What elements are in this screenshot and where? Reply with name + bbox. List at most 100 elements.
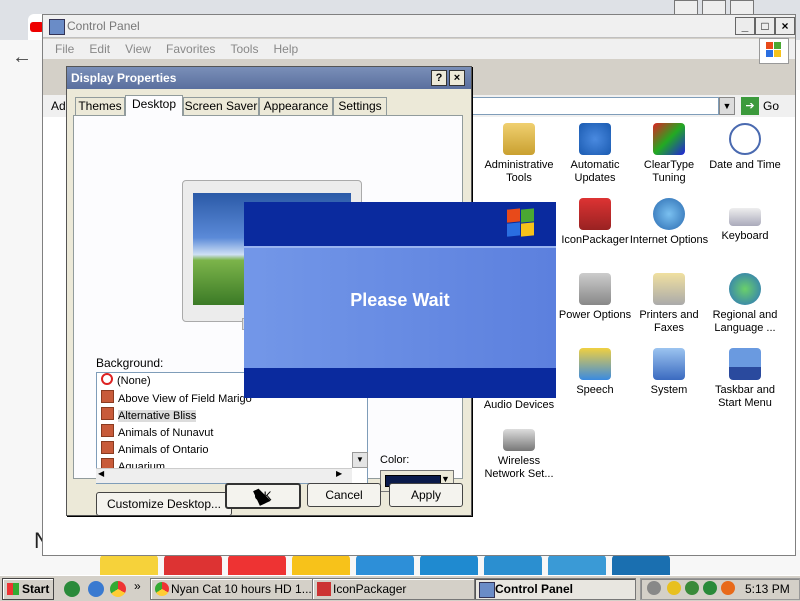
- battery-icon[interactable]: [647, 581, 661, 595]
- address-label: Ad: [51, 99, 66, 113]
- system-icon: [653, 348, 685, 380]
- task-nyan-cat[interactable]: Nyan Cat 10 hours HD 1...: [150, 578, 316, 600]
- cp-item-power-options[interactable]: Power Options: [555, 273, 635, 322]
- menu-view[interactable]: View: [125, 39, 151, 59]
- control-panel-icon: [479, 582, 495, 598]
- scroll-left-icon[interactable]: ◀: [98, 469, 104, 478]
- menu-file[interactable]: File: [55, 39, 74, 59]
- speech-icon: [579, 348, 611, 380]
- go-button[interactable]: ➔ Go: [741, 97, 791, 115]
- taskbar-icon: [729, 348, 761, 380]
- utorrent-icon[interactable]: [703, 581, 717, 595]
- thumbnail[interactable]: [228, 555, 286, 575]
- thumbnail[interactable]: [612, 555, 670, 575]
- network-icon[interactable]: [685, 581, 699, 595]
- task-control-panel[interactable]: Control Panel: [474, 578, 636, 600]
- close-button[interactable]: ×: [775, 17, 795, 35]
- utorrent-icon[interactable]: [64, 581, 80, 597]
- dialog-titlebar[interactable]: Display Properties ? ×: [67, 67, 471, 89]
- tab-screen-saver[interactable]: Screen Saver: [183, 97, 259, 115]
- splash-footer: [244, 368, 556, 398]
- internet-explorer-icon[interactable]: [88, 581, 104, 597]
- image-file-icon: [101, 424, 114, 437]
- menu-favorites[interactable]: Favorites: [166, 39, 215, 59]
- cp-item-internet-options[interactable]: Internet Options: [629, 198, 709, 247]
- cp-item-wireless-network-setup[interactable]: Wireless Network Set...: [479, 423, 559, 481]
- list-item[interactable]: Animals of Ontario: [97, 441, 367, 458]
- cp-item-iconpackager[interactable]: IconPackager: [555, 198, 635, 247]
- help-button[interactable]: ?: [431, 70, 447, 86]
- control-panel-titlebar[interactable]: Control Panel _ □ ×: [43, 15, 795, 38]
- menu-tools[interactable]: Tools: [230, 39, 258, 59]
- task-iconpackager[interactable]: IconPackager: [312, 578, 480, 600]
- keyboard-icon: [729, 208, 761, 226]
- scroll-right-icon[interactable]: ▶: [336, 469, 342, 478]
- chrome-icon: [155, 582, 169, 596]
- chrome-icon[interactable]: [110, 581, 126, 597]
- thumbnail[interactable]: [292, 555, 350, 575]
- browser-thumbnail-strip: [100, 555, 790, 575]
- tab-appearance[interactable]: Appearance: [259, 97, 333, 115]
- thumbnail[interactable]: [548, 555, 606, 575]
- task-label: Nyan Cat 10 hours HD 1...: [171, 582, 312, 596]
- tab-desktop[interactable]: Desktop: [125, 95, 183, 116]
- task-label: Control Panel: [495, 582, 574, 596]
- windows-flag-icon: [506, 208, 534, 237]
- address-dropdown-icon[interactable]: ▼: [719, 97, 735, 115]
- thumbnail[interactable]: [420, 555, 478, 575]
- image-file-icon: [101, 390, 114, 403]
- shield-icon[interactable]: [667, 581, 681, 595]
- close-button[interactable]: ×: [449, 70, 465, 86]
- start-button[interactable]: Start: [2, 578, 54, 600]
- thumbnail[interactable]: [356, 555, 414, 575]
- thumbnail[interactable]: [164, 555, 222, 575]
- quicklaunch-chevron-icon[interactable]: »: [134, 579, 141, 593]
- cp-item-label: System: [650, 384, 688, 396]
- background-label: Background:: [96, 356, 164, 370]
- scroll-down-icon[interactable]: ▼: [352, 452, 368, 468]
- cp-item-label: ClearType Tuning: [643, 159, 695, 184]
- color-label: Color:: [380, 454, 410, 466]
- cp-item-label: Automatic Updates: [570, 159, 620, 184]
- task-label: IconPackager: [333, 582, 407, 596]
- cp-item-label: Audio Devices: [483, 399, 555, 411]
- back-arrow-icon[interactable]: ←: [12, 46, 32, 69]
- cp-item-keyboard[interactable]: Keyboard: [705, 198, 785, 243]
- cp-item-system[interactable]: System: [629, 348, 709, 397]
- cp-item-date-and-time[interactable]: Date and Time: [705, 123, 785, 172]
- cp-item-automatic-updates[interactable]: Automatic Updates: [555, 123, 635, 185]
- clock[interactable]: 5:13 PM: [745, 579, 790, 599]
- tab-settings[interactable]: Settings: [333, 97, 387, 115]
- apply-button[interactable]: Apply: [389, 483, 463, 507]
- windows-logo-icon: [7, 583, 19, 595]
- windows-update-icon: [579, 123, 611, 155]
- please-wait-text: Please Wait: [350, 290, 450, 310]
- maximize-button[interactable]: □: [755, 17, 775, 35]
- menu-edit[interactable]: Edit: [89, 39, 110, 59]
- cp-item-cleartype-tuning[interactable]: ClearType Tuning: [629, 123, 709, 185]
- thumbnail[interactable]: [100, 555, 158, 575]
- iconpackager-icon: [579, 198, 611, 230]
- list-item-selected[interactable]: Alternative Bliss: [97, 407, 367, 424]
- minimize-button[interactable]: _: [735, 17, 755, 35]
- cp-item-label: Internet Options: [629, 234, 709, 246]
- menu-help[interactable]: Help: [274, 39, 299, 59]
- cp-item-printers-and-faxes[interactable]: Printers and Faxes: [629, 273, 709, 335]
- cp-item-taskbar-and-start-menu[interactable]: Taskbar and Start Menu: [705, 348, 785, 410]
- customize-desktop-button[interactable]: Customize Desktop...: [96, 492, 232, 516]
- horizontal-scrollbar[interactable]: ◀ ▶: [96, 468, 352, 483]
- tab-themes[interactable]: Themes: [75, 97, 125, 115]
- list-item[interactable]: Animals of Nunavut: [97, 424, 367, 441]
- cleartype-icon: [653, 123, 685, 155]
- taskbar: Start » Nyan Cat 10 hours HD 1... IconPa…: [0, 575, 800, 601]
- search-icon[interactable]: [721, 581, 735, 595]
- thumbnail[interactable]: [484, 555, 542, 575]
- cp-item-regional-and-language[interactable]: Regional and Language ...: [705, 273, 785, 335]
- cp-item-speech[interactable]: Speech: [555, 348, 635, 397]
- cp-item-label: Keyboard: [721, 230, 769, 242]
- cp-item-administrative-tools[interactable]: Administrative Tools: [479, 123, 559, 185]
- cp-item-audio-devices[interactable]: Audio Devices: [479, 399, 559, 412]
- image-file-icon: [101, 407, 114, 420]
- address-input[interactable]: [467, 97, 719, 115]
- cancel-button[interactable]: Cancel: [307, 483, 381, 507]
